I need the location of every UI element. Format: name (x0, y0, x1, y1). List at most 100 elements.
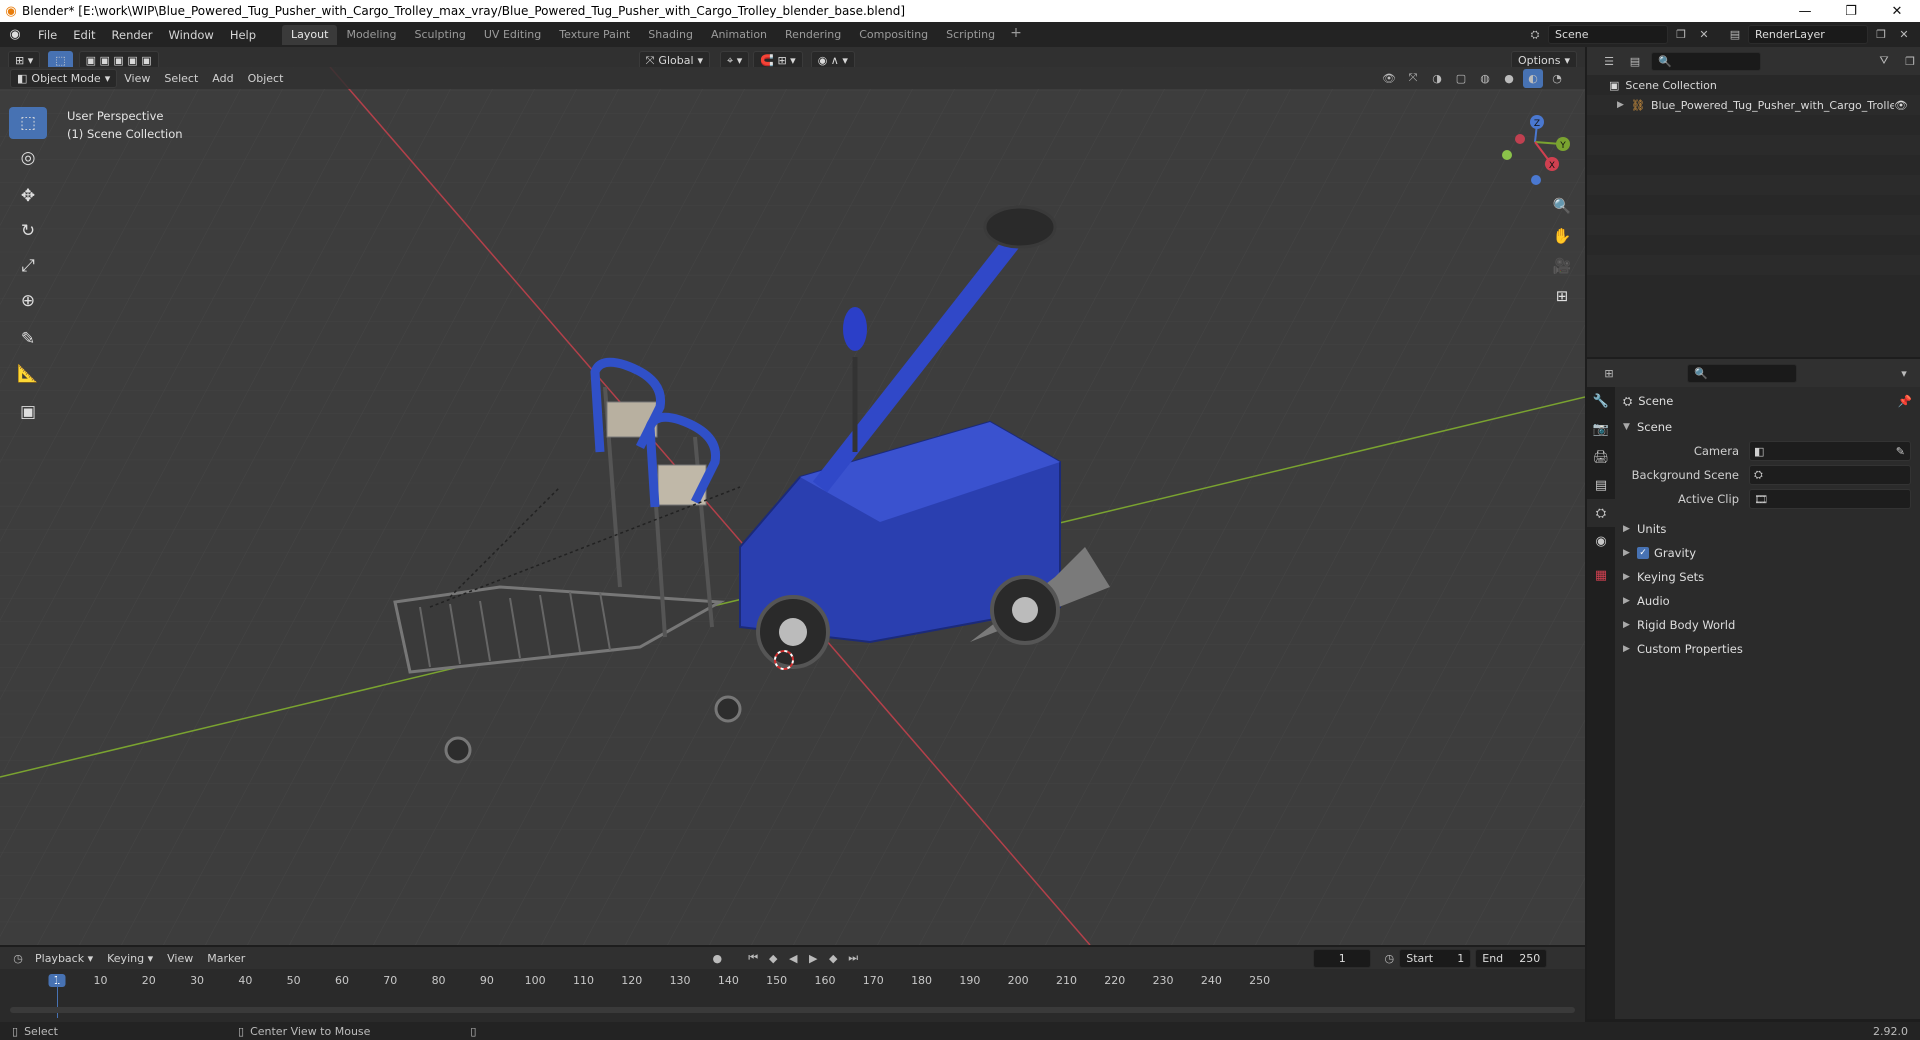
active-clip-field[interactable]: 🎞 (1749, 489, 1911, 509)
view-layer-tab-icon[interactable]: ▤ (1587, 471, 1615, 499)
outliner-item[interactable]: ▶ ⛓ Blue_Powered_Tug_Pusher_with_Cargo_T… (1587, 95, 1920, 115)
tab-scripting[interactable]: Scripting (937, 25, 1004, 45)
select-box-icon[interactable]: ⬚ (9, 107, 47, 139)
prev-keyframe-icon[interactable]: ◆ (763, 949, 783, 968)
viewport-menu-select[interactable]: Select (157, 72, 205, 85)
rendered-shading-icon[interactable]: ◔ (1547, 69, 1567, 88)
play-reverse-icon[interactable]: ◀ (783, 949, 803, 968)
rigid-body-world-panel[interactable]: ▶ Rigid Body World (1617, 613, 1920, 637)
tab-texture-paint[interactable]: Texture Paint (550, 25, 639, 45)
audio-panel[interactable]: ▶ Audio (1617, 589, 1920, 613)
tab-modeling[interactable]: Modeling (337, 25, 405, 45)
menu-render[interactable]: Render (104, 28, 161, 42)
menu-file[interactable]: File (30, 28, 65, 42)
delete-layer-icon[interactable]: ✕ (1894, 25, 1914, 44)
measure-tool-icon[interactable]: 📐 (9, 358, 47, 390)
pan-hand-icon[interactable]: ✋ (1548, 222, 1576, 250)
outliner-root[interactable]: ▣ Scene Collection (1587, 75, 1920, 95)
outliner-editor-icon[interactable]: ☰ (1599, 52, 1619, 71)
gizmo-toggle-icon[interactable]: ⤧ (1403, 69, 1423, 88)
menu-help[interactable]: Help (222, 28, 264, 42)
wireframe-shading-icon[interactable]: ◍ (1475, 69, 1495, 88)
viewport-menu-object[interactable]: Object (241, 72, 291, 85)
menu-window[interactable]: Window (160, 28, 221, 42)
start-frame-field[interactable]: Start 1 (1399, 948, 1472, 968)
restore-button[interactable]: ❐ (1828, 0, 1874, 22)
tab-sculpting[interactable]: Sculpting (406, 25, 475, 45)
units-panel[interactable]: ▶ Units (1617, 517, 1920, 541)
viewport-menu-add[interactable]: Add (205, 72, 240, 85)
add-workspace-icon[interactable]: + (1004, 25, 1028, 45)
close-button[interactable]: ✕ (1874, 0, 1920, 22)
timeline-editor-icon[interactable]: ◷ (8, 949, 28, 968)
tab-layout[interactable]: Layout (282, 24, 338, 45)
eyedropper-icon[interactable]: ✎ (1896, 445, 1905, 458)
output-tab-icon[interactable]: 🖨 (1587, 443, 1615, 471)
new-scene-icon[interactable]: ❐ (1671, 25, 1691, 44)
timeline-scrollbar[interactable] (10, 1007, 1575, 1013)
blender-menu-icon[interactable]: ◉ (0, 27, 30, 42)
properties-search-input[interactable]: 🔍 (1687, 363, 1797, 383)
record-icon[interactable]: ● (707, 949, 727, 968)
minimize-button[interactable]: — (1782, 0, 1828, 22)
timeline-menu-playback[interactable]: Playback ▾ (28, 952, 100, 965)
gravity-checkbox[interactable]: ✓ (1637, 547, 1649, 559)
viewport-menu-view[interactable]: View (117, 72, 157, 85)
camera-view-icon[interactable]: 🎥 (1548, 252, 1576, 280)
object-mode-dropdown[interactable]: ◧ Object Mode ▾ (10, 68, 118, 88)
move-tool-icon[interactable]: ✥ (9, 180, 47, 212)
rotate-tool-icon[interactable]: ↻ (9, 215, 47, 247)
tab-animation[interactable]: Animation (702, 25, 776, 45)
keying-sets-panel[interactable]: ▶ Keying Sets (1617, 565, 1920, 589)
expand-icon[interactable]: ▶ (1617, 100, 1631, 110)
ortho-grid-icon[interactable]: ⊞ (1548, 282, 1576, 310)
render-tab-icon[interactable]: 📷 (1587, 415, 1615, 443)
filter-icon[interactable]: ⛛ (1874, 52, 1894, 71)
eye-icon[interactable]: 👁 (1894, 99, 1908, 112)
xray-icon[interactable]: ▢ (1451, 69, 1471, 88)
cursor-tool-icon[interactable]: ◎ (9, 142, 47, 174)
play-icon[interactable]: ▶ (803, 949, 823, 968)
properties-editor-icon[interactable]: ⊞ (1599, 364, 1619, 383)
clock-icon[interactable]: ◷ (1379, 949, 1399, 968)
scene-icon[interactable]: ⛭ (1525, 25, 1545, 44)
tool-tab-icon[interactable]: 🔧 (1587, 387, 1615, 415)
tab-rendering[interactable]: Rendering (776, 25, 850, 45)
solid-shading-icon[interactable]: ● (1499, 69, 1519, 88)
properties-options-icon[interactable]: ▾ (1894, 364, 1914, 383)
visibility-icon[interactable]: 👁 (1379, 69, 1399, 88)
next-keyframe-icon[interactable]: ◆ (823, 949, 843, 968)
camera-field[interactable]: ◧ ✎ (1749, 441, 1911, 461)
texture-tab-icon[interactable]: ▦ (1587, 561, 1615, 589)
outliner-search-input[interactable]: 🔍 (1651, 51, 1761, 71)
new-collection-icon[interactable]: ❐ (1900, 52, 1920, 71)
scene-name-field[interactable]: Scene (1548, 25, 1668, 44)
background-scene-field[interactable]: ⛭ (1749, 465, 1911, 485)
render-layer-field[interactable]: RenderLayer (1748, 25, 1868, 44)
tab-compositing[interactable]: Compositing (850, 25, 937, 45)
timeline-menu-keying[interactable]: Keying ▾ (100, 952, 160, 965)
delete-scene-icon[interactable]: ✕ (1694, 25, 1714, 44)
view-layer-icon[interactable]: ▤ (1725, 25, 1745, 44)
timeline-ruler[interactable]: 1102030405060708090100110120130140150160… (0, 974, 1585, 994)
scene-panel-header[interactable]: ▼ Scene (1617, 415, 1920, 439)
annotate-tool-icon[interactable]: ✎ (9, 323, 47, 355)
end-frame-field[interactable]: End 250 (1475, 948, 1548, 968)
menu-edit[interactable]: Edit (65, 28, 103, 42)
tab-uv-editing[interactable]: UV Editing (475, 25, 550, 45)
custom-properties-panel[interactable]: ▶ Custom Properties (1617, 637, 1920, 661)
pin-icon[interactable]: 📌 (1898, 394, 1912, 408)
timeline-menu-view[interactable]: View (160, 952, 200, 965)
new-layer-icon[interactable]: ❐ (1871, 25, 1891, 44)
current-frame-field[interactable]: 1 (1313, 948, 1372, 968)
display-mode-icon[interactable]: ▤ (1625, 52, 1645, 71)
jump-end-icon[interactable]: ⏭ (843, 949, 863, 968)
add-cube-icon[interactable]: ▣ (9, 396, 47, 428)
world-tab-icon[interactable]: ◉ (1587, 527, 1615, 555)
tab-shading[interactable]: Shading (639, 25, 702, 45)
overlays-icon[interactable]: ◑ (1427, 69, 1447, 88)
scene-tab-icon[interactable]: ⛭ (1587, 499, 1615, 527)
transform-tool-icon[interactable]: ⊕ (9, 285, 47, 317)
jump-start-icon[interactable]: ⏮ (743, 949, 763, 968)
material-shading-icon[interactable]: ◐ (1523, 68, 1543, 88)
